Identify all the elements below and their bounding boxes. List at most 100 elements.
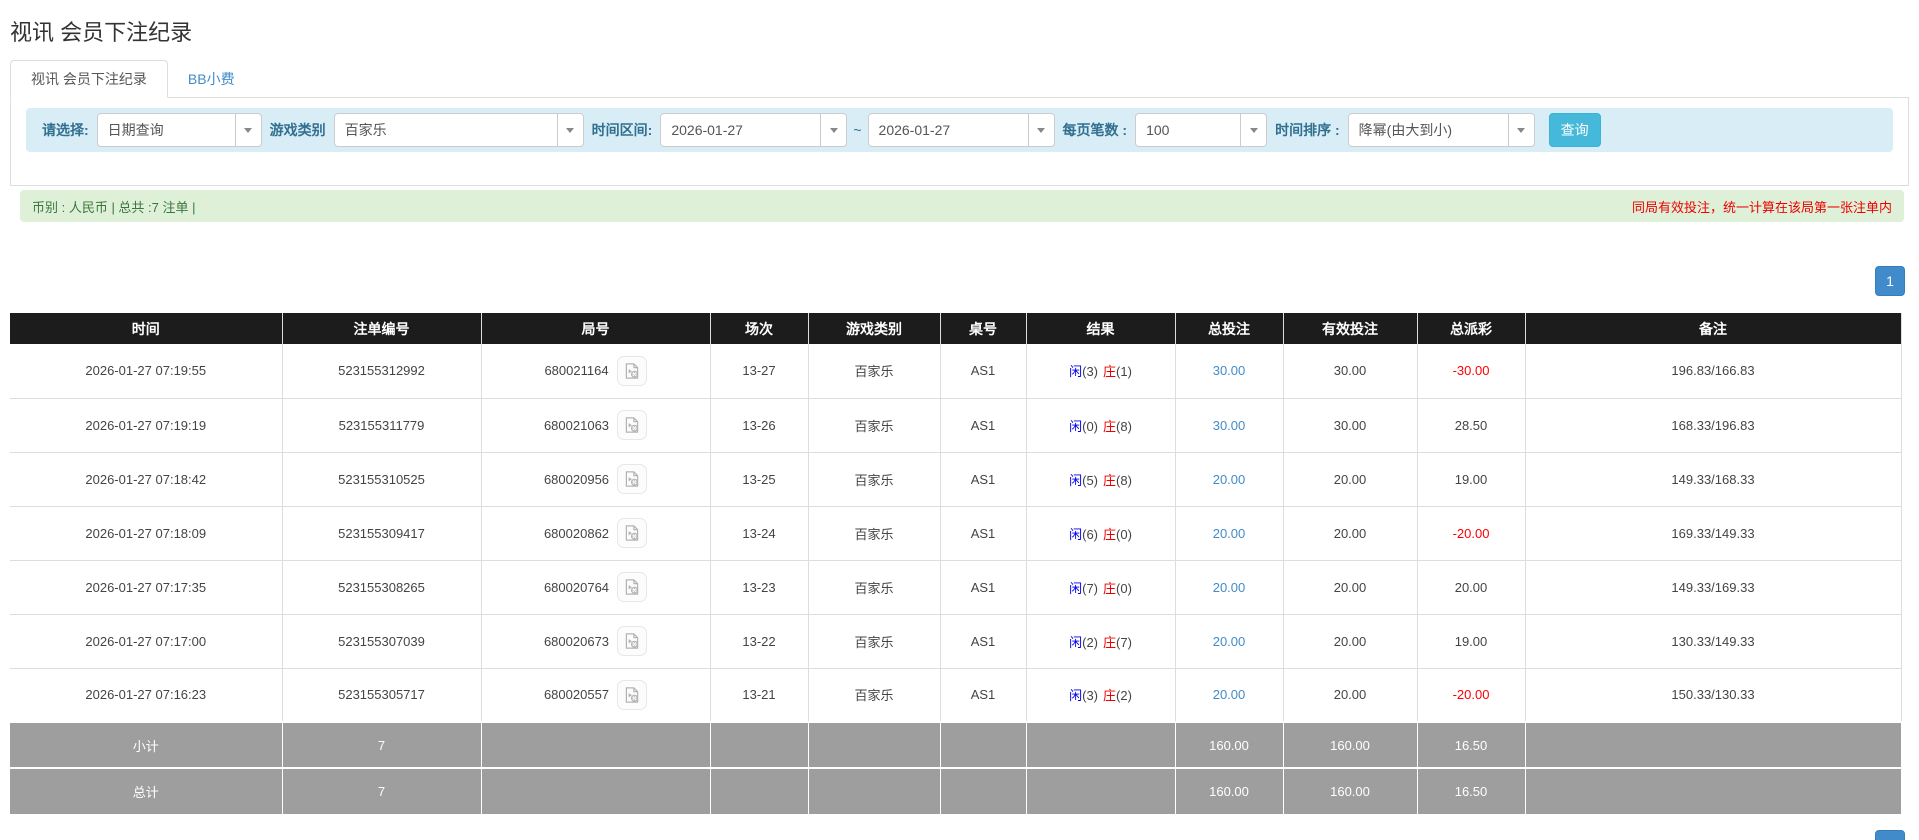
result-cell: 闲(7) 庄(0): [1026, 560, 1176, 615]
bet-time: 2026-01-27 07:17:00: [10, 614, 283, 669]
column-header: 有效投注: [1283, 313, 1418, 344]
date-from-value: 2026-01-27: [671, 122, 743, 138]
session-number: 13-22: [710, 614, 809, 669]
table-number: AS1: [940, 506, 1027, 561]
session-number: 13-25: [710, 452, 809, 507]
total-bet-link[interactable]: 20.00: [1213, 687, 1246, 702]
remark: 196.83/166.83: [1525, 344, 1902, 399]
column-header: 总派彩: [1417, 313, 1526, 344]
result-banker-label: 庄: [1103, 364, 1117, 380]
video-replay-button[interactable]: [616, 355, 647, 386]
table-row: 2026-01-27 07:19:55 523155312992 6800211…: [10, 344, 1902, 399]
page-title: 视讯 会员下注纪录: [10, 20, 193, 45]
chevron-down-icon: [1507, 114, 1534, 146]
query-type-label: 请选择:: [42, 122, 89, 138]
tab-betting-records[interactable]: 视讯 会员下注纪录: [10, 60, 168, 98]
date-to-value: 2026-01-27: [878, 122, 951, 138]
video-replay-button[interactable]: [617, 626, 648, 656]
table-number: AS1: [940, 614, 1027, 669]
total-bet-link[interactable]: 20.00: [1213, 472, 1246, 487]
result-banker-label: 庄: [1103, 634, 1117, 650]
result-player-label: 闲: [1069, 634, 1083, 650]
result-cell: 闲(3) 庄(2): [1026, 668, 1176, 723]
tab-bb-tip[interactable]: BB小费: [168, 61, 255, 97]
page-size-label: 每页笔数 :: [1062, 122, 1128, 138]
header-row: 时间 注单编号 局号 场次 游戏类别 桌号 结果 总投注 有效投注 总派彩 备注: [10, 313, 1902, 344]
subtotal-valid-bet: 160.00: [1283, 721, 1418, 768]
session-number: 13-26: [710, 398, 809, 453]
tab-label: BB小费: [187, 71, 235, 87]
total-bet-link[interactable]: 20.00: [1213, 526, 1246, 541]
column-header: 时间: [10, 313, 283, 344]
round-cell: 680020862: [481, 506, 711, 561]
tab-label: 视讯 会员下注纪录: [31, 71, 147, 87]
total-bet-cell: 20.00: [1175, 668, 1284, 723]
result-banker-label: 庄: [1103, 418, 1117, 434]
page-1-button[interactable]: 1: [1875, 830, 1905, 840]
payout-amount: -30.00: [1417, 344, 1526, 399]
result-banker-score: (2): [1116, 688, 1132, 704]
game-category-select[interactable]: 百家乐: [333, 113, 584, 147]
column-header: 桌号: [940, 313, 1027, 344]
video-file-icon: [625, 633, 639, 649]
query-type-select[interactable]: 日期查询: [96, 113, 262, 147]
result-cell: 闲(2) 庄(7): [1026, 614, 1176, 669]
result-player-score: (3): [1082, 364, 1098, 380]
time-sort-select[interactable]: 降幂(由大到小): [1347, 113, 1535, 147]
table-number: AS1: [940, 398, 1027, 453]
summary-bar: 币别 : 人民币 | 总共 :7 注单 | 同局有效投注，统一计算在该局第一张注…: [20, 190, 1904, 222]
bet-id: 523155308265: [282, 560, 482, 615]
page-1-button[interactable]: 1: [1875, 266, 1905, 296]
result-cell: 闲(5) 庄(8): [1026, 452, 1176, 507]
page-size-select[interactable]: 100: [1135, 113, 1268, 147]
table-number: AS1: [940, 560, 1027, 615]
bet-time: 2026-01-27 07:19:19: [10, 398, 283, 453]
column-header: 局号: [481, 313, 711, 344]
total-bet-cell: 20.00: [1175, 560, 1284, 615]
payout-amount: -20.00: [1417, 668, 1526, 723]
bet-time: 2026-01-27 07:17:35: [10, 560, 283, 615]
result-player-label: 闲: [1069, 472, 1083, 488]
result-banker-score: (0): [1116, 580, 1132, 596]
table-row: 2026-01-27 07:19:19 523155311779 6800210…: [10, 398, 1902, 453]
column-header: 游戏类别: [808, 313, 941, 344]
bet-time: 2026-01-27 07:16:23: [10, 668, 283, 723]
video-replay-button[interactable]: [617, 679, 648, 710]
bet-time: 2026-01-27 07:19:55: [10, 344, 283, 399]
session-number: 13-27: [710, 344, 809, 399]
date-from-select[interactable]: 2026-01-27: [660, 113, 848, 147]
table-row: 2026-01-27 07:18:42 523155310525 6800209…: [10, 452, 1902, 507]
date-to-select[interactable]: 2026-01-27: [867, 113, 1055, 147]
pagination-bottom: 1: [0, 830, 1905, 840]
page-size-value: 100: [1146, 122, 1170, 138]
result-cell: 闲(6) 庄(0): [1026, 506, 1176, 561]
total-bet-cell: 30.00: [1175, 344, 1284, 399]
total-bet-link[interactable]: 30.00: [1213, 363, 1246, 378]
video-replay-button[interactable]: [617, 518, 648, 548]
total-bet-link[interactable]: 20.00: [1213, 580, 1246, 595]
total-bet-cell: 20.00: [1175, 506, 1284, 561]
video-file-icon: [625, 687, 639, 703]
round-id: 680020956: [543, 471, 610, 487]
bet-time: 2026-01-27 07:18:09: [10, 506, 283, 561]
result-banker-label: 庄: [1103, 526, 1117, 542]
video-replay-button[interactable]: [617, 410, 648, 440]
round-cell: 680021063: [481, 398, 711, 453]
bet-id: 523155307039: [282, 614, 482, 669]
search-button[interactable]: 查询: [1548, 113, 1601, 147]
table-row: 2026-01-27 07:18:09 523155309417 6800208…: [10, 506, 1902, 561]
total-bet-link[interactable]: 30.00: [1213, 418, 1246, 433]
subtotal-label: 小计: [10, 721, 283, 768]
game-category-label: 游戏类别: [269, 122, 326, 138]
column-header: 备注: [1525, 313, 1902, 344]
session-number: 13-24: [710, 506, 809, 561]
bet-id: 523155310525: [282, 452, 482, 507]
round-id: 680020764: [543, 579, 610, 595]
video-replay-button[interactable]: [617, 464, 648, 494]
valid-bet: 20.00: [1283, 452, 1418, 507]
video-file-icon: [625, 579, 639, 595]
table-row: 2026-01-27 07:17:00 523155307039 6800206…: [10, 614, 1902, 669]
video-replay-button[interactable]: [617, 572, 648, 602]
bet-id: 523155309417: [282, 506, 482, 561]
total-bet-link[interactable]: 20.00: [1213, 634, 1246, 649]
